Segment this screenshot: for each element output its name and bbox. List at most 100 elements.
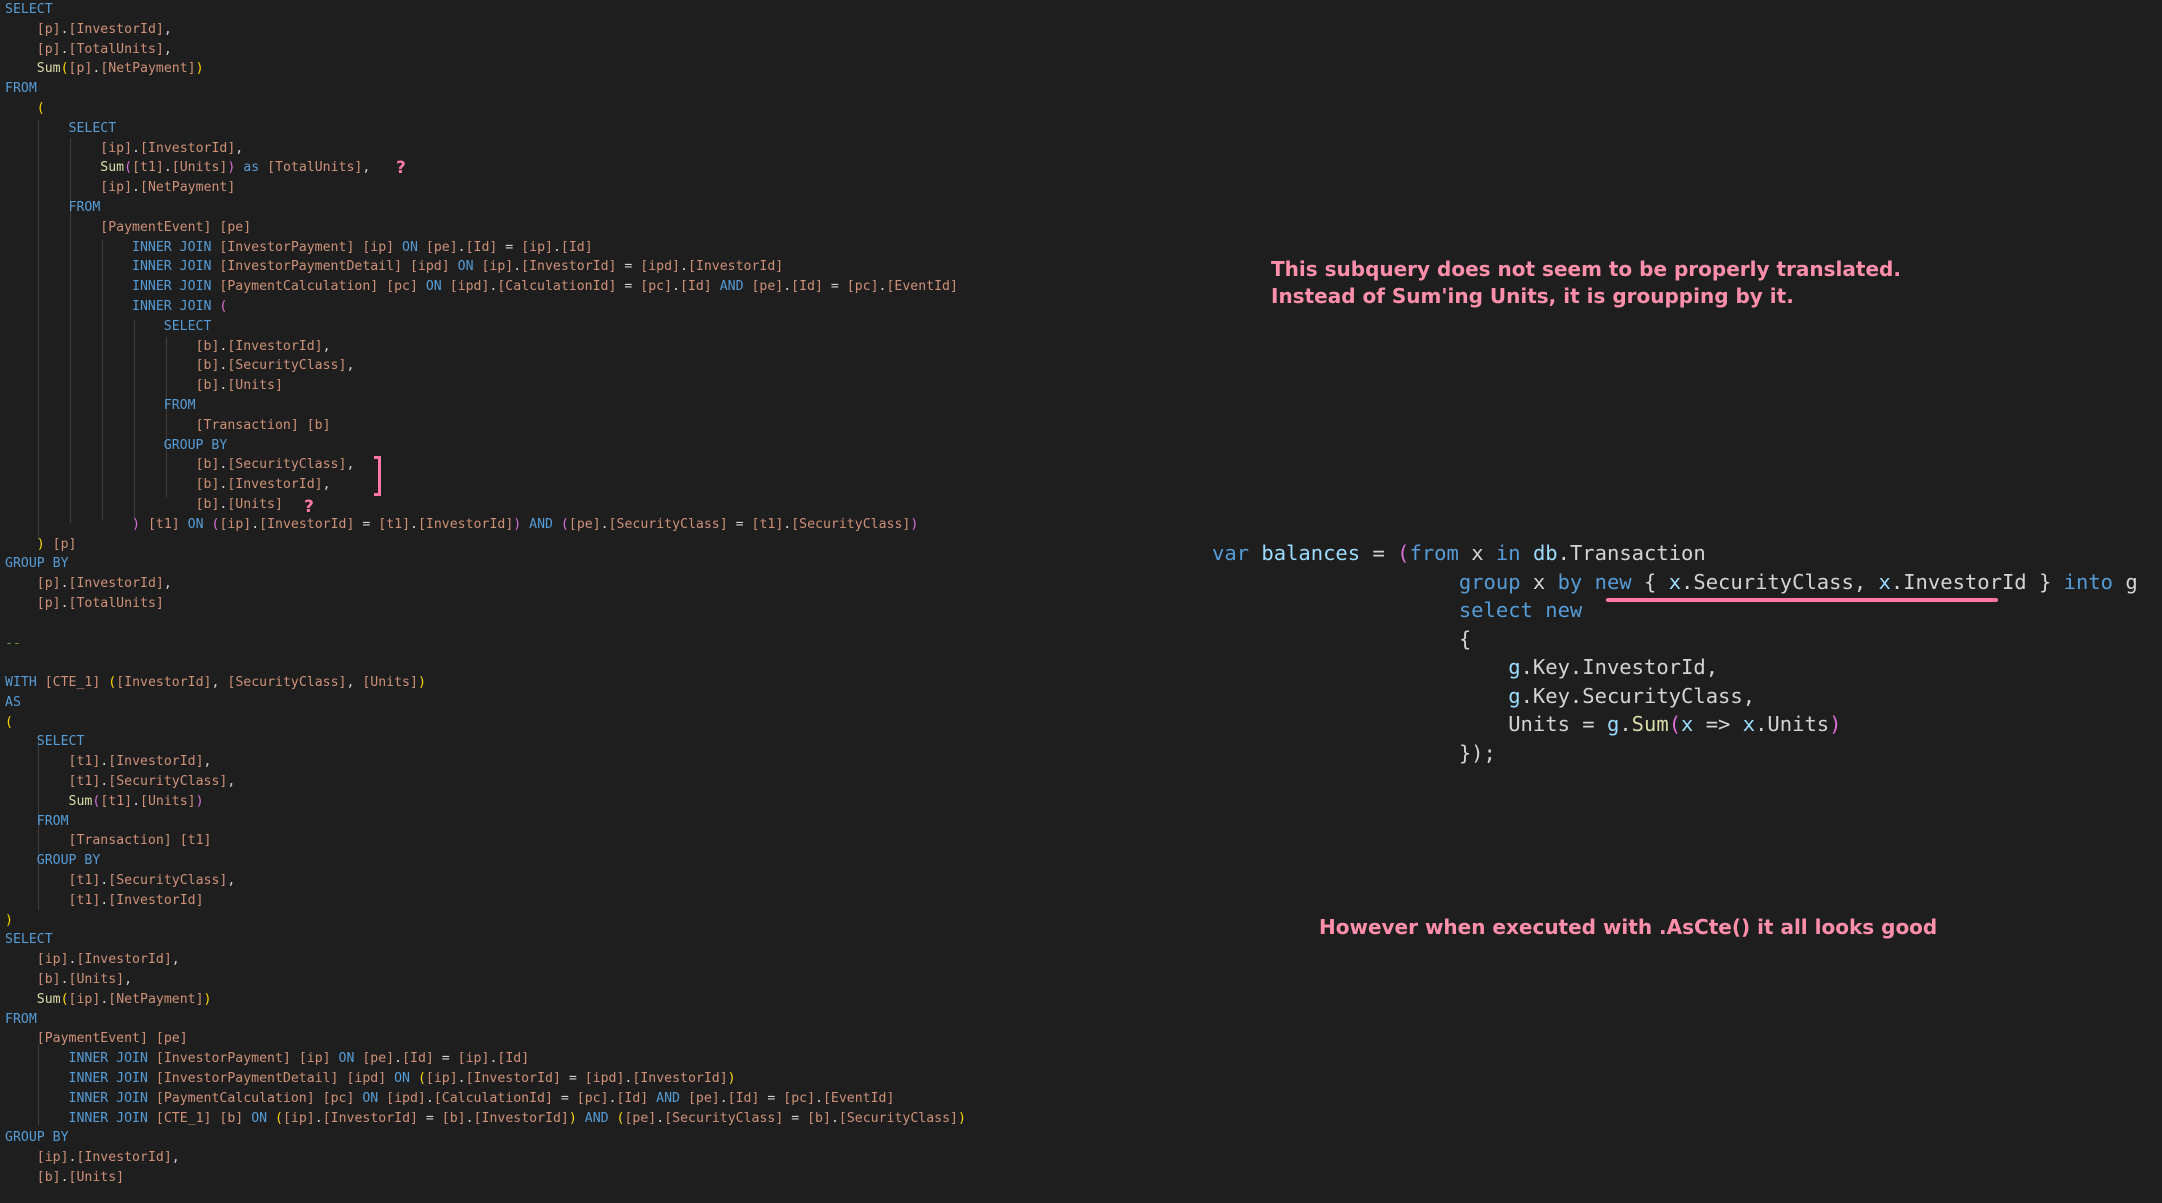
csharp-line: g.Key.InvestorId, — [1212, 653, 2138, 682]
note-line: Instead of Sum'ing Units, it is grouppin… — [1271, 284, 1794, 308]
code-token: [Units] — [68, 972, 125, 988]
sql-line: [t1].[SecurityClass], — [5, 871, 966, 891]
code-token: [CalculationId] — [497, 279, 617, 295]
code-token: [InvestorPaymentDetail] — [219, 259, 403, 275]
sql-line: FROM — [5, 396, 966, 416]
sql-line: WITH [CTE_1] ([InvestorId], [SecurityCla… — [5, 673, 966, 693]
code-token: [InvestorId] — [465, 1071, 561, 1087]
code-token: [pc] — [640, 279, 673, 295]
code-token: . — [457, 239, 466, 255]
sql-line: [t1].[SecurityClass], — [5, 772, 966, 792]
code-token: . — [60, 576, 69, 592]
code-token: Sum — [1631, 712, 1669, 736]
code-token: ) — [132, 516, 140, 532]
code-token: . — [425, 1090, 434, 1106]
code-token: var — [1212, 541, 1250, 565]
code-token: [b] — [441, 1110, 466, 1126]
code-token: [ipd] — [409, 259, 450, 275]
sql-line: [b].[InvestorId], — [5, 475, 966, 495]
code-token: . — [552, 239, 561, 255]
code-token: [Units] — [362, 675, 418, 691]
code-token: , — [362, 160, 371, 176]
code-token: [InvestorPayment] — [219, 239, 355, 255]
code-token: [SecurityClass] — [838, 1110, 958, 1126]
code-token: ( — [36, 100, 45, 116]
code-token: [InvestorId] — [227, 338, 323, 354]
code-token: .Transaction — [1557, 541, 1706, 565]
code-token: FROM — [68, 199, 101, 215]
code-token: . — [132, 140, 140, 156]
sql-line — [5, 614, 966, 634]
code-token: into — [2063, 569, 2114, 594]
code-token: ON — [386, 1071, 418, 1087]
code-token: [pe] — [155, 1031, 188, 1047]
code-token: [pe] — [624, 1110, 657, 1126]
code-token: [InvestorId] — [322, 1110, 418, 1126]
sql-line: SELECT — [5, 930, 966, 950]
code-token: [p] — [36, 41, 61, 57]
sql-line: ) [p] — [5, 535, 966, 555]
code-token: by — [1557, 569, 1583, 594]
code-token: ( — [5, 714, 13, 730]
code-token: x — [1520, 569, 1558, 594]
code-token: ) — [195, 793, 204, 809]
csharp-line: group x by new { x.SecurityClass, x.Inve… — [1212, 568, 2138, 597]
sql-line: [Transaction] [b] — [5, 416, 966, 436]
code-token: . — [672, 279, 680, 295]
code-token: [b] — [195, 477, 220, 493]
code-token: [TotalUnits] — [68, 41, 164, 57]
code-token: { — [1631, 569, 1669, 594]
code-token: ON — [417, 279, 450, 295]
code-token: . — [656, 1110, 665, 1126]
code-token: [InvestorId] — [687, 259, 784, 275]
csharp-line: var balances = (from x in db.Transaction — [1212, 539, 2138, 568]
code-token: [SecurityClass] — [227, 675, 347, 691]
code-token: ( — [60, 61, 69, 77]
code-token: [Id] — [679, 279, 712, 295]
code-token: SELECT — [36, 734, 85, 750]
code-token: [InvestorId] — [108, 754, 204, 770]
code-token: GROUP BY — [5, 556, 69, 572]
code-token: INNER JOIN — [132, 279, 212, 295]
code-token: , — [171, 1150, 180, 1166]
code-token: .SecurityClass, — [1681, 569, 1879, 594]
code-token: = — [354, 516, 379, 532]
code-token: . — [60, 21, 69, 37]
code-token: ON — [330, 1051, 363, 1067]
code-token: [SecurityClass] — [608, 516, 728, 532]
code-token: [CalculationId] — [433, 1090, 553, 1106]
code-token: , — [163, 21, 172, 37]
code-token: = — [616, 259, 641, 275]
code-token: [TotalUnits] — [68, 595, 164, 611]
code-token: ( — [560, 516, 569, 532]
code-token: SELECT — [5, 932, 53, 948]
code-token: , — [322, 477, 331, 493]
code-token: [b] — [195, 378, 220, 394]
code-token: [ip] — [282, 1110, 315, 1126]
code-token: Sum — [68, 793, 93, 809]
code-token: [CTE_1] — [155, 1110, 212, 1126]
code-token: INNER JOIN — [68, 1051, 148, 1067]
